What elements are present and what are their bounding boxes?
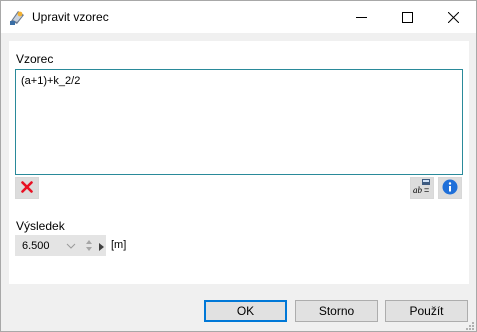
maximize-button[interactable]	[384, 1, 430, 33]
formula-editor-button[interactable]: ab =	[410, 177, 434, 199]
dialog-window: Upravit vzorec Vzorec (a+1)+k_2/2 ab = V…	[0, 0, 477, 332]
result-field: 6.500	[15, 235, 106, 256]
window-title: Upravit vzorec	[32, 10, 109, 24]
cancel-button[interactable]: Storno	[295, 300, 378, 322]
title-bar[interactable]: Upravit vzorec	[1, 1, 476, 33]
main-panel: Vzorec (a+1)+k_2/2 ab = Výsledek 6.500 […	[9, 41, 469, 284]
svg-text:ab: ab	[413, 185, 423, 195]
maximize-icon	[401, 11, 413, 23]
red-x-delete-icon	[21, 180, 33, 196]
delete-formula-button[interactable]	[15, 177, 39, 199]
formula-editor-icon: ab =	[413, 178, 431, 198]
formula-app-icon	[9, 9, 26, 26]
formula-input[interactable]: (a+1)+k_2/2	[15, 69, 463, 175]
apply-button[interactable]: Použít	[385, 300, 468, 322]
close-button[interactable]	[430, 1, 476, 33]
minimize-icon	[355, 12, 367, 23]
result-value: 6.500	[22, 240, 50, 252]
formula-label: Vzorec	[16, 52, 54, 66]
resize-grip-icon[interactable]	[465, 320, 475, 332]
svg-text:=: =	[424, 185, 429, 195]
chevron-down-icon	[66, 240, 76, 254]
close-icon	[447, 11, 459, 23]
ok-button[interactable]: OK	[204, 300, 287, 322]
minimize-button[interactable]	[338, 1, 384, 33]
result-unit: [m]	[111, 239, 127, 251]
result-label: Výsledek	[16, 219, 65, 233]
spin-arrows-icon	[85, 238, 93, 256]
arrow-right-icon	[97, 241, 105, 255]
info-icon	[442, 179, 458, 198]
info-button[interactable]	[438, 177, 462, 199]
